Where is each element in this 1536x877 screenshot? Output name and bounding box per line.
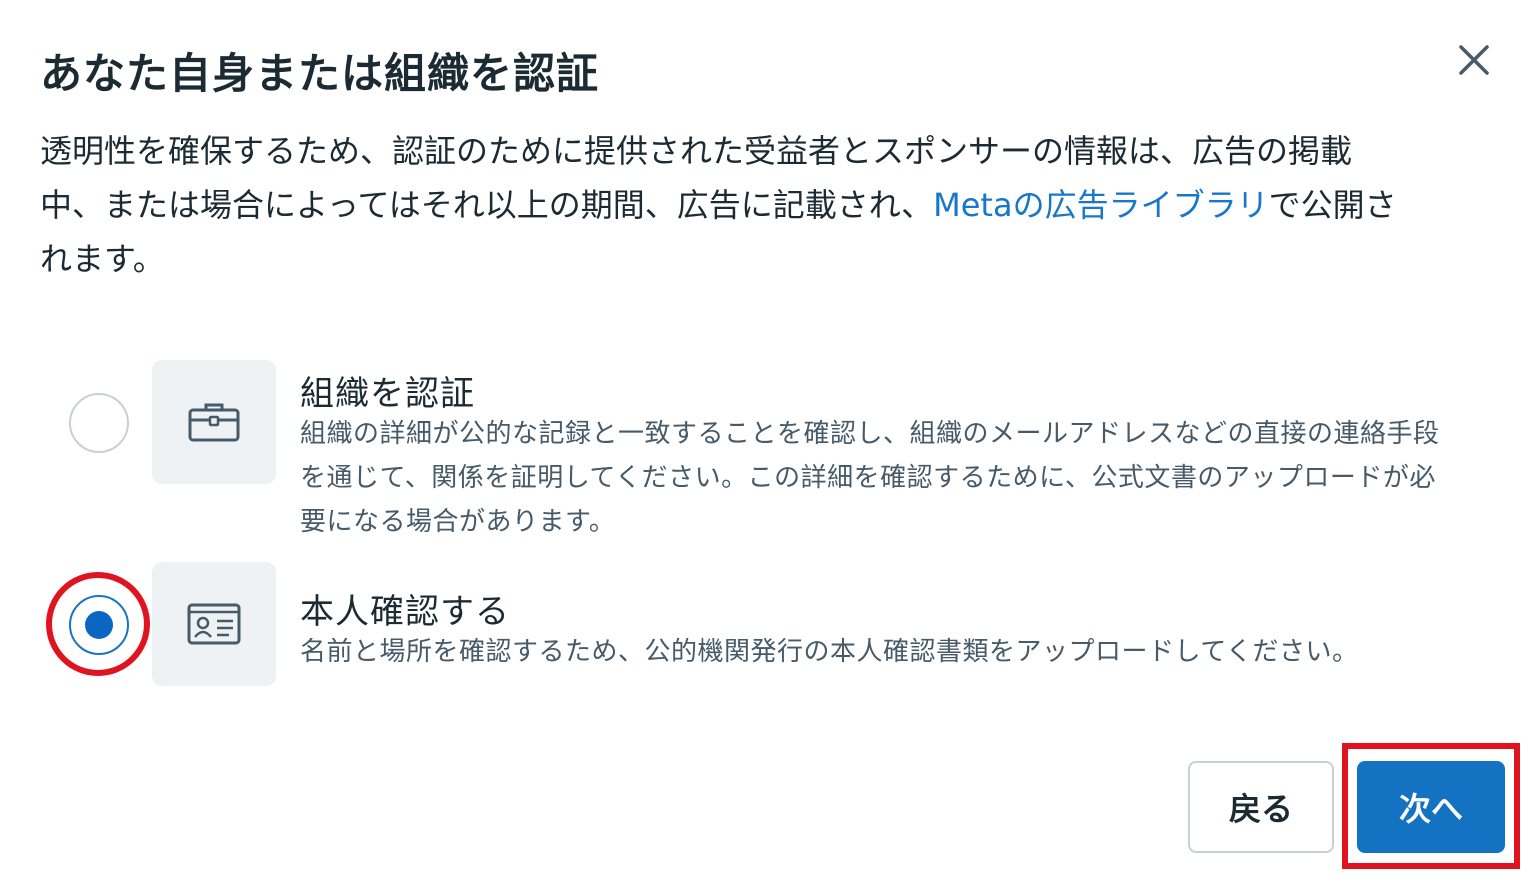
close-button[interactable]	[1452, 38, 1496, 82]
dialog-title: あなた自身または組織を認証	[40, 49, 600, 98]
verification-dialog: あなた自身または組織を認証 透明性を確保するため、認証のために提供された受益者と…	[0, 0, 1536, 877]
radio-organization[interactable]	[69, 393, 129, 453]
briefcase-icon	[188, 403, 240, 442]
option-individual-description: 名前と場所を確認するため、公的機関発行の本人確認書類をアップロードしてください。	[300, 637, 1359, 667]
id-card-icon	[187, 603, 241, 645]
dialog-description: 透明性を確保するため、認証のために提供された受益者とスポンサーの情報は、広告の掲…	[40, 124, 1410, 286]
ad-library-link[interactable]: Metaの広告ライブラリ	[933, 186, 1268, 224]
option-organization-title: 組織を認証	[300, 374, 475, 414]
radio-individual[interactable]	[69, 595, 129, 655]
back-button[interactable]: 戻る	[1188, 761, 1334, 853]
option-individual-title: 本人確認する	[300, 592, 510, 632]
option-organization-description: 組織の詳細が公的な記録と一致することを確認し、組織のメールアドレスなどの直接の連…	[300, 419, 1440, 537]
id-card-icon-tile	[152, 562, 276, 686]
briefcase-icon-tile	[152, 360, 276, 484]
next-button[interactable]: 次へ	[1357, 761, 1505, 853]
close-icon	[1459, 45, 1489, 75]
radio-selected-dot	[85, 611, 113, 639]
